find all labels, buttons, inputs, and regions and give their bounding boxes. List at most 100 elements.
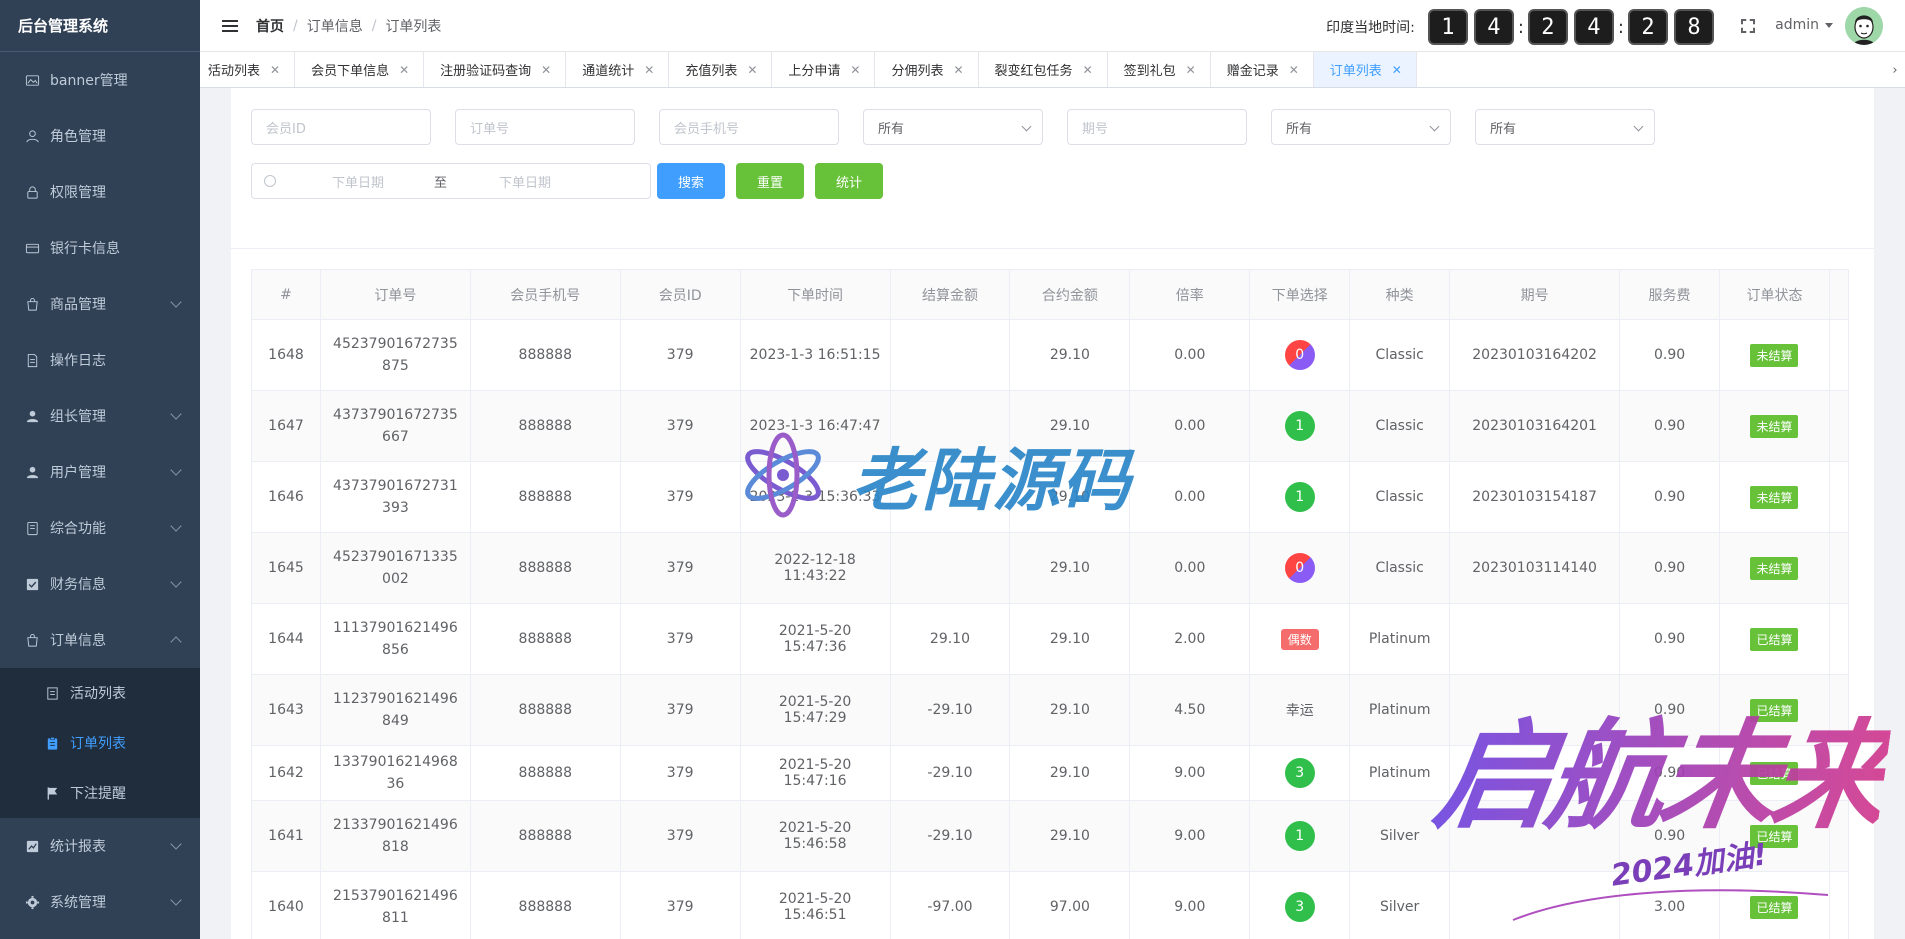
close-icon[interactable]: ✕ [850,63,860,77]
close-icon[interactable]: ✕ [953,63,963,77]
close-icon[interactable]: ✕ [747,63,757,77]
cell-id: 1642 [251,745,321,801]
status-select[interactable]: 所有 [1475,109,1655,145]
sidebar-item-order-list[interactable]: 订单列表 [0,718,200,768]
sidebar-item-reports[interactable]: 统计报表 [0,818,200,874]
phone-input[interactable]: 会员手机号 [659,109,839,145]
tag-register-code[interactable]: 注册验证码查询 ✕ [424,52,567,87]
cell-period: 20230103164201 [1449,390,1621,462]
tags-scroll-right-icon[interactable]: › [1885,52,1905,88]
sidebar-item-bet-reminder[interactable]: 下注提醒 [0,768,200,818]
sidebar-item-activity-list[interactable]: 活动列表 [0,668,200,718]
status-badge: 未结算 [1750,414,1799,438]
tag-red-packet-tasks[interactable]: 裂变红包任务 ✕ [979,52,1108,87]
sidebar-item-bank-cards[interactable]: 银行卡信息 [0,220,200,276]
tag-commission-list[interactable]: 分佣列表 ✕ [875,52,979,87]
cell-member-id: 379 [619,745,741,801]
credit-card-icon [24,240,40,256]
hamburger-menu-icon[interactable] [222,19,238,32]
kind-select[interactable]: 所有 [1271,109,1451,145]
cell-kind: Platinum [1349,603,1451,675]
cell-member-id: 379 [619,532,741,604]
cell-id: 1646 [251,461,321,533]
fullscreen-icon[interactable] [1741,19,1755,33]
tag-bonus-records[interactable]: 赠金记录 ✕ [1211,52,1314,87]
app-logo-title: 后台管理系统 [0,0,200,52]
sidebar-item-general[interactable]: 综合功能 [0,500,200,556]
period-input[interactable]: 期号 [1067,109,1247,145]
tag-label: 活动列表 [208,64,261,79]
cell-member-id: 379 [619,674,741,746]
close-icon[interactable]: ✕ [1289,63,1299,77]
tag-activity-list[interactable]: 活动列表 ✕ [192,52,296,87]
cell-contract-amount: 29.10 [1009,745,1131,801]
tag-label: 裂变红包任务 [994,64,1073,79]
sidebar-item-label: 银行卡信息 [50,241,120,257]
member-id-input[interactable]: 会员ID [251,109,431,145]
sidebar-item-permissions[interactable]: 权限管理 [0,164,200,220]
user-dropdown[interactable]: admin [1775,17,1833,33]
tag-recharge-list[interactable]: 充值列表 ✕ [669,52,773,87]
cell-choice: 3 [1249,871,1351,939]
lock-icon [24,184,40,200]
sidebar-item-banner[interactable]: banner管理 [0,52,200,108]
username: admin [1775,17,1819,33]
tag-order-list[interactable]: 订单列表 ✕ [1313,52,1417,87]
close-icon[interactable]: ✕ [399,63,409,77]
sidebar-item-system[interactable]: 系统管理 [0,874,200,930]
sidebar-item-label: 活动列表 [70,686,126,702]
chevron-down-icon [170,894,182,906]
close-icon[interactable]: ✕ [644,63,654,77]
tag-credit-requests[interactable]: 上分申请 ✕ [772,52,876,87]
cell-contract-amount: 29.10 [1009,800,1131,872]
sidebar-item-team-leaders[interactable]: 组长管理 [0,388,200,444]
shopping-bag-icon [24,296,40,312]
sidebar-item-roles[interactable]: 角色管理 [0,108,200,164]
tag-checkin-gift[interactable]: 签到礼包 ✕ [1108,52,1211,87]
cell-kind: Classic [1349,532,1451,604]
sidebar-item-label: 商品管理 [50,297,106,313]
cell-member-id: 379 [619,461,741,533]
choice-ball: 0 [1284,553,1315,583]
tag-member-orders[interactable]: 会员下单信息 ✕ [295,52,425,87]
stats-button[interactable]: 统计 [815,163,884,199]
order-no-input[interactable]: 订单号 [455,109,635,145]
choice-ball: 3 [1284,758,1315,788]
clock-digit: 2 [1527,9,1568,45]
avatar[interactable] [1845,7,1883,45]
tag-label: 订单列表 [1329,64,1382,79]
status-badge: 已结算 [1750,627,1799,651]
sidebar-item-finance[interactable]: 财务信息 [0,556,200,612]
sidebar-item-operation-log[interactable]: 操作日志 [0,332,200,388]
sidebar-item-products[interactable]: 商品管理 [0,276,200,332]
close-icon[interactable]: ✕ [1186,63,1196,77]
choice-ball: 1 [1284,821,1315,851]
close-icon[interactable]: ✕ [270,63,280,77]
cell-period [1449,674,1621,746]
clock-digit: 8 [1674,9,1714,45]
cell-settle-amount: -29.10 [889,745,1011,801]
close-icon[interactable]: ✕ [1083,63,1093,77]
cell-id: 1641 [251,800,321,872]
order-date-range-picker[interactable]: 下单日期 至 下单日期 [251,163,651,199]
breadcrumb-home[interactable]: 首页 [256,16,284,36]
type-select[interactable]: 所有 [863,109,1043,145]
date-start-placeholder: 下单日期 [332,175,385,191]
image-icon [24,72,40,88]
choice-text: 幸运 [1285,703,1314,719]
sidebar-item-orders[interactable]: 订单信息 [0,612,200,668]
cell-period [1449,871,1621,939]
cell-choice: 幸运 [1249,674,1351,746]
close-icon[interactable]: ✕ [541,63,551,77]
cell-period [1449,745,1621,801]
tag-channel-stats[interactable]: 通道统计 ✕ [566,52,670,87]
close-icon[interactable]: ✕ [1392,63,1402,77]
cell-contract-amount: 97.00 [1009,871,1131,939]
cell-order-time: 2022-12-18 11:43:22 [739,532,891,604]
top-navbar: 首页 / 订单信息 / 订单列表 印度当地时间: 1 4 : 2 4 : 2 8… [200,0,1905,52]
sidebar-item-users[interactable]: 用户管理 [0,444,200,500]
reset-button[interactable]: 重置 [736,163,805,199]
cell-service-fee: 0.90 [1619,390,1721,462]
search-button[interactable]: 搜索 [657,163,726,199]
cell-order-no: 45237901671335002 [319,532,471,604]
